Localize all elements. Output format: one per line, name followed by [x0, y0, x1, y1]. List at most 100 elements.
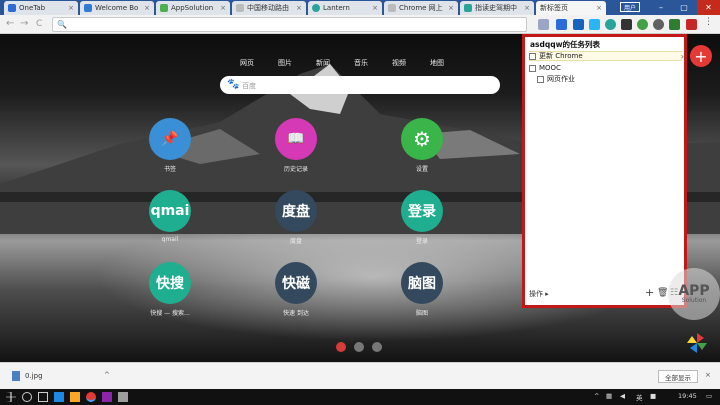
clock[interactable]: 19:45	[678, 392, 697, 400]
extension-icon-3[interactable]	[573, 19, 584, 30]
extension-icon-10[interactable]	[686, 19, 697, 30]
app-kuaici[interactable]: 快磁 快速 到达	[266, 262, 326, 317]
pin-icon: 📌	[149, 118, 191, 160]
pinwheel-icon[interactable]	[686, 332, 708, 354]
tab-6[interactable]: 指读史驾期中 ×	[460, 1, 534, 15]
tab-3[interactable]: 中国移动路由 ×	[232, 1, 306, 15]
trash-icon[interactable]: 🗑	[657, 288, 668, 298]
close-icon[interactable]: ×	[596, 4, 602, 12]
app-icon[interactable]	[118, 392, 128, 402]
image-file-icon	[12, 371, 20, 381]
todo-title: asdqqw的任务列表	[530, 40, 601, 49]
close-icon[interactable]: ×	[144, 4, 150, 12]
close-icon[interactable]: ×	[372, 4, 378, 12]
tray-up-icon[interactable]: ^	[594, 392, 599, 400]
todo-checkbox[interactable]	[537, 75, 544, 83]
baidu-paw-icon: 🐾	[227, 79, 240, 90]
menu-icon[interactable]: ⋮	[704, 17, 713, 27]
app-settings[interactable]: ⚙ 设置	[392, 118, 452, 173]
close-icon[interactable]: ×	[296, 4, 302, 12]
minimize-button[interactable]: –	[650, 0, 672, 15]
extension-icon-2[interactable]	[556, 19, 567, 30]
page-icon	[464, 4, 472, 12]
category-news[interactable]: 新闻	[316, 58, 330, 68]
close-icon[interactable]: ×	[220, 4, 226, 12]
tab-4[interactable]: Lantern ×	[308, 1, 382, 15]
app-icon[interactable]	[102, 392, 112, 402]
close-icon[interactable]: ×	[448, 4, 454, 12]
todo-popup: asdqqw的任务列表 更新 Chrome › MOOC 网页作业 操作 ▸ +…	[522, 34, 687, 308]
extension-icon-7[interactable]	[637, 19, 648, 30]
notification-icon[interactable]: ▭	[706, 392, 712, 400]
app-history[interactable]: 📖 历史记录	[266, 118, 326, 173]
windows-start-icon[interactable]	[6, 392, 16, 402]
kuaici-icon: 快磁	[275, 262, 317, 304]
app-dupan[interactable]: 度盘 度盘	[266, 190, 326, 245]
tab-1[interactable]: Welcome Bo ×	[80, 1, 154, 15]
reload-button[interactable]: C	[36, 19, 42, 29]
todo-footer: 操作 ▸ + 🗑 ☷	[529, 286, 682, 300]
close-icon[interactable]: ×	[524, 4, 530, 12]
todo-item[interactable]: 网页作业	[537, 74, 575, 84]
extension-icon-4[interactable]	[589, 19, 600, 30]
kuaisou-icon: 快搜	[149, 262, 191, 304]
maximize-button[interactable]: ▢	[673, 0, 695, 15]
add-icon[interactable]: +	[645, 286, 654, 299]
extension-icon-5[interactable]	[605, 19, 616, 30]
category-video[interactable]: 视频	[392, 58, 406, 68]
appsolution-watermark: APP Solution	[668, 268, 720, 320]
address-bar[interactable]: 🔍	[52, 17, 527, 32]
close-icon[interactable]: ×	[705, 371, 711, 379]
category-music[interactable]: 音乐	[354, 58, 368, 68]
edge-icon[interactable]	[54, 392, 64, 402]
onetab-icon	[8, 4, 16, 12]
network-icon[interactable]: ▦	[606, 392, 612, 400]
chevron-right-icon[interactable]: ›	[681, 52, 684, 61]
search-input[interactable]: 🐾 百度	[220, 76, 500, 94]
file-explorer-icon[interactable]	[70, 392, 80, 402]
dupan-icon: 度盘	[275, 190, 317, 232]
extension-icon-8[interactable]	[653, 19, 664, 30]
page-dot-2[interactable]	[354, 342, 364, 352]
back-button[interactable]: ←	[6, 18, 14, 29]
download-filename[interactable]: 0.jpg	[25, 372, 43, 380]
ime-indicator[interactable]: 英	[636, 392, 643, 402]
extension-icon-1[interactable]	[538, 19, 549, 30]
mindmap-icon: 脑图	[401, 262, 443, 304]
volume-icon[interactable]: ◀	[620, 392, 625, 400]
category-map[interactable]: 地图	[430, 58, 444, 68]
floating-add-button[interactable]: +	[690, 45, 712, 67]
app-mindmap[interactable]: 脑图 脑图	[392, 262, 452, 317]
todo-item[interactable]: 更新 Chrome ›	[529, 51, 684, 61]
category-images[interactable]: 图片	[278, 58, 292, 68]
category-web[interactable]: 网页	[240, 58, 254, 68]
extension-icon-6[interactable]	[621, 19, 632, 30]
tab-0[interactable]: OneTab ×	[4, 1, 78, 15]
actions-menu[interactable]: 操作 ▸	[529, 289, 549, 299]
toolbar: ← → C 🔍 ⋮	[0, 15, 720, 34]
app-kuaisou[interactable]: 快搜 快搜 — 搜索...	[140, 262, 200, 317]
close-icon[interactable]: ×	[68, 4, 74, 12]
chrome-icon[interactable]	[86, 392, 96, 402]
search-icon: 🔍	[57, 20, 67, 29]
checkmark-extension-icon[interactable]	[669, 19, 680, 30]
chevron-up-icon[interactable]: ^	[104, 371, 110, 379]
todo-item[interactable]: MOOC	[529, 63, 561, 73]
tab-7[interactable]: 新标签页 ×	[536, 1, 606, 15]
task-view-icon[interactable]	[38, 392, 48, 402]
app-bookmarks[interactable]: 📌 书签	[140, 118, 200, 173]
user-profile-button[interactable]: 用户	[620, 2, 640, 12]
todo-checkbox[interactable]	[529, 64, 536, 72]
search-icon[interactable]	[22, 392, 32, 402]
show-all-button[interactable]: 全部显示	[658, 370, 698, 383]
todo-checkbox[interactable]	[529, 52, 536, 60]
forward-button[interactable]: →	[20, 18, 28, 29]
page-dot-3[interactable]	[372, 342, 382, 352]
tab-2[interactable]: AppSolution ×	[156, 1, 230, 15]
tab-5[interactable]: Chrome 网上 ×	[384, 1, 458, 15]
app-login[interactable]: 登录 登录	[392, 190, 452, 245]
app-tray-icon[interactable]: ■	[650, 392, 656, 400]
app-qmail[interactable]: qmai qmail	[140, 190, 200, 243]
window-close-button[interactable]: ✕	[697, 0, 720, 15]
page-dot-1[interactable]	[336, 342, 346, 352]
